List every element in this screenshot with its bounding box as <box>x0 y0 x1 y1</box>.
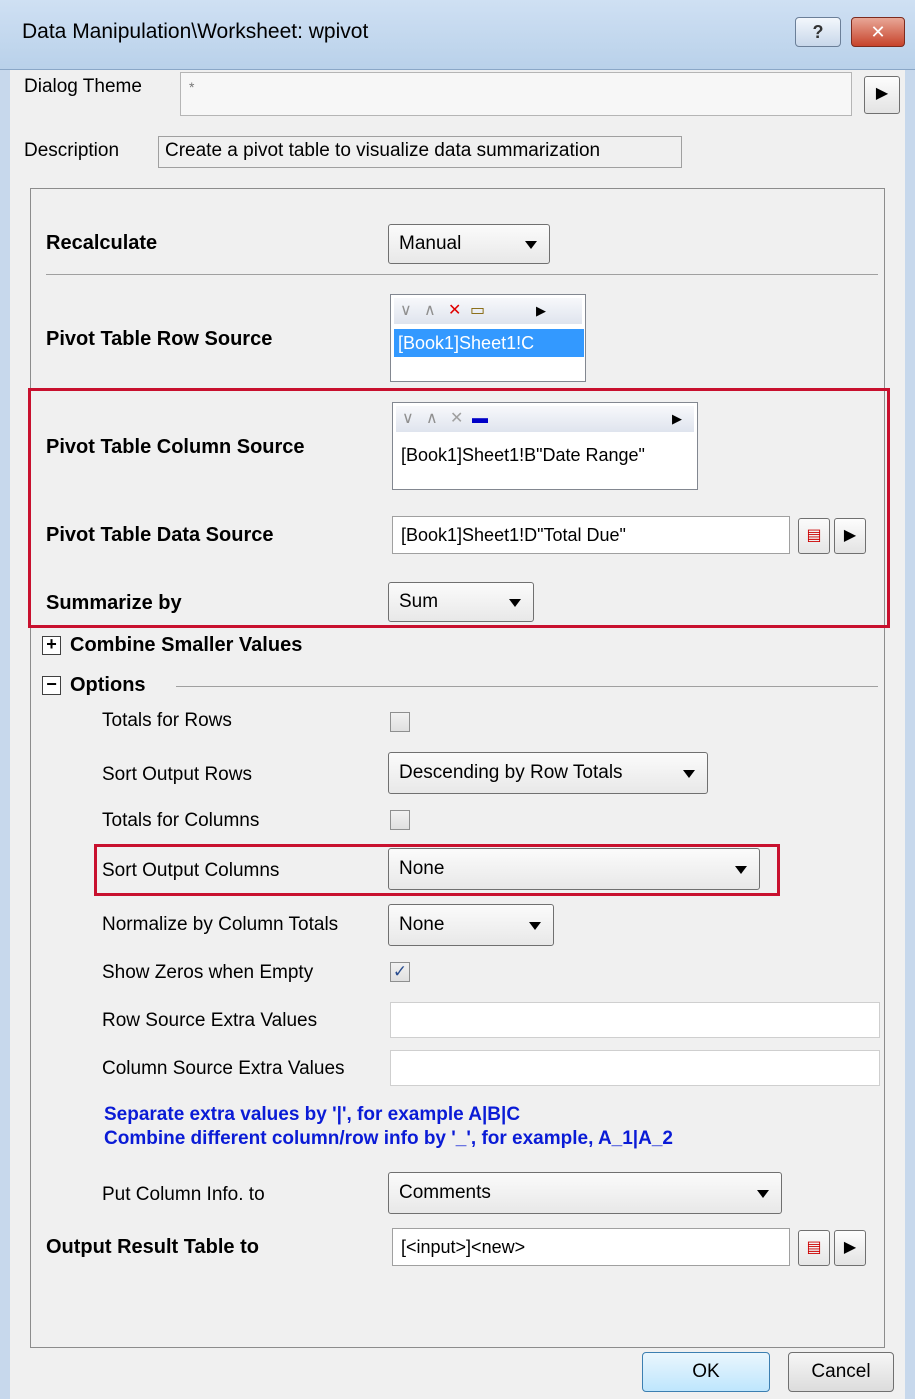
move-up-icon[interactable]: ∧ <box>424 298 436 324</box>
move-down-icon[interactable]: ∨ <box>402 406 414 432</box>
dialog-theme-label: Dialog Theme <box>24 76 142 97</box>
chevron-down-icon <box>735 866 747 874</box>
recalculate-label: Recalculate <box>46 232 158 254</box>
summarize-dropdown[interactable]: Sum <box>388 582 534 622</box>
recalculate-value: Manual <box>399 233 462 254</box>
data-source-label: Pivot Table Data Source <box>46 524 274 546</box>
sort-rows-dropdown[interactable]: Descending by Row Totals <box>388 752 708 794</box>
description-label: Description <box>24 140 120 161</box>
recalculate-dropdown[interactable]: Manual <box>388 224 550 264</box>
chevron-down-icon <box>509 599 521 607</box>
row-source-list[interactable]: ∨ ∧ ✕ ▭ ▶ [Book1]Sheet1!C <box>390 294 586 382</box>
normalize-value: None <box>399 914 445 935</box>
separator <box>46 274 878 275</box>
normalize-dropdown[interactable]: None <box>388 904 554 946</box>
show-zeros-label: Show Zeros when Empty <box>102 962 314 983</box>
combine-info-note: Combine different column/row info by '_'… <box>104 1128 673 1149</box>
rectangle-icon[interactable]: ▬ <box>472 406 488 432</box>
separator <box>176 686 878 687</box>
window-title: Data Manipulation\Worksheet: wpivot <box>22 20 369 43</box>
column-source-list[interactable]: ∨ ∧ ✕ ▬ ▶ [Book1]Sheet1!B"Date Range" <box>392 402 698 490</box>
chevron-down-icon <box>683 770 695 778</box>
row-source-item[interactable]: [Book1]Sheet1!C <box>394 329 584 357</box>
dialog-theme-arrow-button[interactable]: ▶ <box>864 76 900 114</box>
column-source-label: Pivot Table Column Source <box>46 436 305 458</box>
totals-cols-label: Totals for Columns <box>102 810 260 831</box>
close-button[interactable]: ✕ <box>851 17 905 47</box>
ok-button[interactable]: OK <box>642 1352 770 1392</box>
summarize-label: Summarize by <box>46 592 182 614</box>
column-info-value: Comments <box>399 1182 491 1203</box>
col-extra-label: Column Source Extra Values <box>102 1058 345 1079</box>
sort-rows-label: Sort Output Rows <box>102 764 252 785</box>
chevron-down-icon <box>525 241 537 249</box>
chevron-down-icon <box>757 1190 769 1198</box>
cancel-button[interactable]: Cancel <box>788 1352 894 1392</box>
normalize-label: Normalize by Column Totals <box>102 914 339 935</box>
window-frame-right <box>905 70 915 1399</box>
show-zeros-checkbox[interactable]: ✓ <box>390 962 410 982</box>
column-info-dropdown[interactable]: Comments <box>388 1172 782 1214</box>
play-arrow-icon[interactable]: ▶ <box>536 298 546 324</box>
play-arrow-icon[interactable]: ▶ <box>672 406 682 432</box>
sort-cols-value: None <box>399 858 445 879</box>
data-source-arrow-button[interactable]: ▶ <box>834 518 866 554</box>
move-down-icon[interactable]: ∨ <box>400 298 412 324</box>
help-button[interactable]: ? <box>795 17 841 47</box>
col-extra-input[interactable] <box>390 1050 880 1086</box>
delete-icon[interactable]: ✕ <box>450 406 463 432</box>
combine-section-label[interactable]: Combine Smaller Values <box>70 634 302 657</box>
row-source-label: Pivot Table Row Source <box>46 328 273 350</box>
collapse-icon[interactable]: − <box>42 675 61 695</box>
sort-cols-dropdown[interactable]: None <box>388 848 760 890</box>
summarize-value: Sum <box>399 591 439 612</box>
extra-values-note: Separate extra values by '|', for exampl… <box>104 1104 521 1125</box>
select-range-icon[interactable]: ▤ <box>798 1230 830 1266</box>
row-extra-input[interactable] <box>390 1002 880 1038</box>
window-frame-left <box>0 70 10 1399</box>
output-input[interactable]: [<input>]<new> <box>392 1228 790 1266</box>
rectangle-icon[interactable]: ▭ <box>470 298 485 324</box>
move-up-icon[interactable]: ∧ <box>426 406 438 432</box>
row-source-toolbar: ∨ ∧ ✕ ▭ ▶ <box>394 298 582 324</box>
output-arrow-button[interactable]: ▶ <box>834 1230 866 1266</box>
description-field: Create a pivot table to visualize data s… <box>158 136 682 168</box>
title-bar: Data Manipulation\Worksheet: wpivot ? ✕ <box>0 0 915 70</box>
dialog-theme-combo[interactable]: * <box>180 72 852 116</box>
totals-cols-checkbox[interactable] <box>390 810 410 830</box>
row-extra-label: Row Source Extra Values <box>102 1010 318 1031</box>
expand-icon[interactable]: + <box>42 635 61 655</box>
output-label: Output Result Table to <box>46 1236 259 1258</box>
options-section-label[interactable]: Options <box>70 674 146 697</box>
column-source-item[interactable]: [Book1]Sheet1!B"Date Range" <box>395 441 695 469</box>
chevron-down-icon <box>529 922 541 930</box>
sort-cols-label: Sort Output Columns <box>102 860 280 881</box>
sort-rows-value: Descending by Row Totals <box>399 762 623 783</box>
data-source-input[interactable]: [Book1]Sheet1!D"Total Due" <box>392 516 790 554</box>
totals-rows-label: Totals for Rows <box>102 710 232 731</box>
select-range-icon[interactable]: ▤ <box>798 518 830 554</box>
column-info-label: Put Column Info. to <box>102 1184 265 1205</box>
delete-icon[interactable]: ✕ <box>448 298 461 324</box>
column-source-toolbar: ∨ ∧ ✕ ▬ ▶ <box>396 406 694 432</box>
totals-rows-checkbox[interactable] <box>390 712 410 732</box>
